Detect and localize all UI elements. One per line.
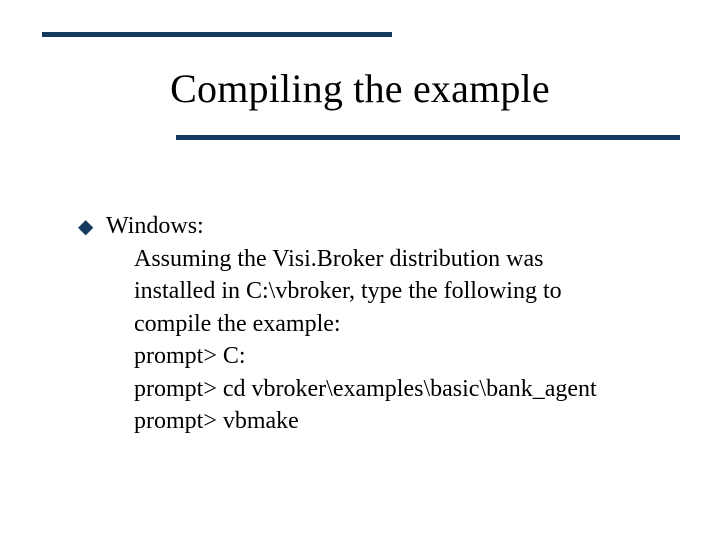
bullet-sub-block: Assuming the Visi.Broker distribution wa…	[134, 243, 668, 437]
body-line: installed in C:\vbroker, type the follow…	[134, 275, 668, 307]
slide-body: ◆ Windows: Assuming the Visi.Broker dist…	[78, 210, 668, 437]
body-line: prompt> vbmake	[134, 405, 668, 437]
slide-title: Compiling the example	[0, 65, 720, 112]
diamond-bullet-icon: ◆	[78, 210, 106, 243]
body-line: compile the example:	[134, 308, 668, 340]
bullet-item: ◆ Windows:	[78, 210, 668, 243]
decorative-rule-bottom	[176, 135, 680, 140]
body-line: Assuming the Visi.Broker distribution wa…	[134, 243, 668, 275]
slide: Compiling the example ◆ Windows: Assumin…	[0, 0, 720, 540]
bullet-head-text: Windows:	[106, 210, 668, 242]
body-line: prompt> C:	[134, 340, 668, 372]
body-line: prompt> cd vbroker\examples\basic\bank_a…	[134, 373, 668, 405]
decorative-rule-top	[42, 32, 392, 37]
